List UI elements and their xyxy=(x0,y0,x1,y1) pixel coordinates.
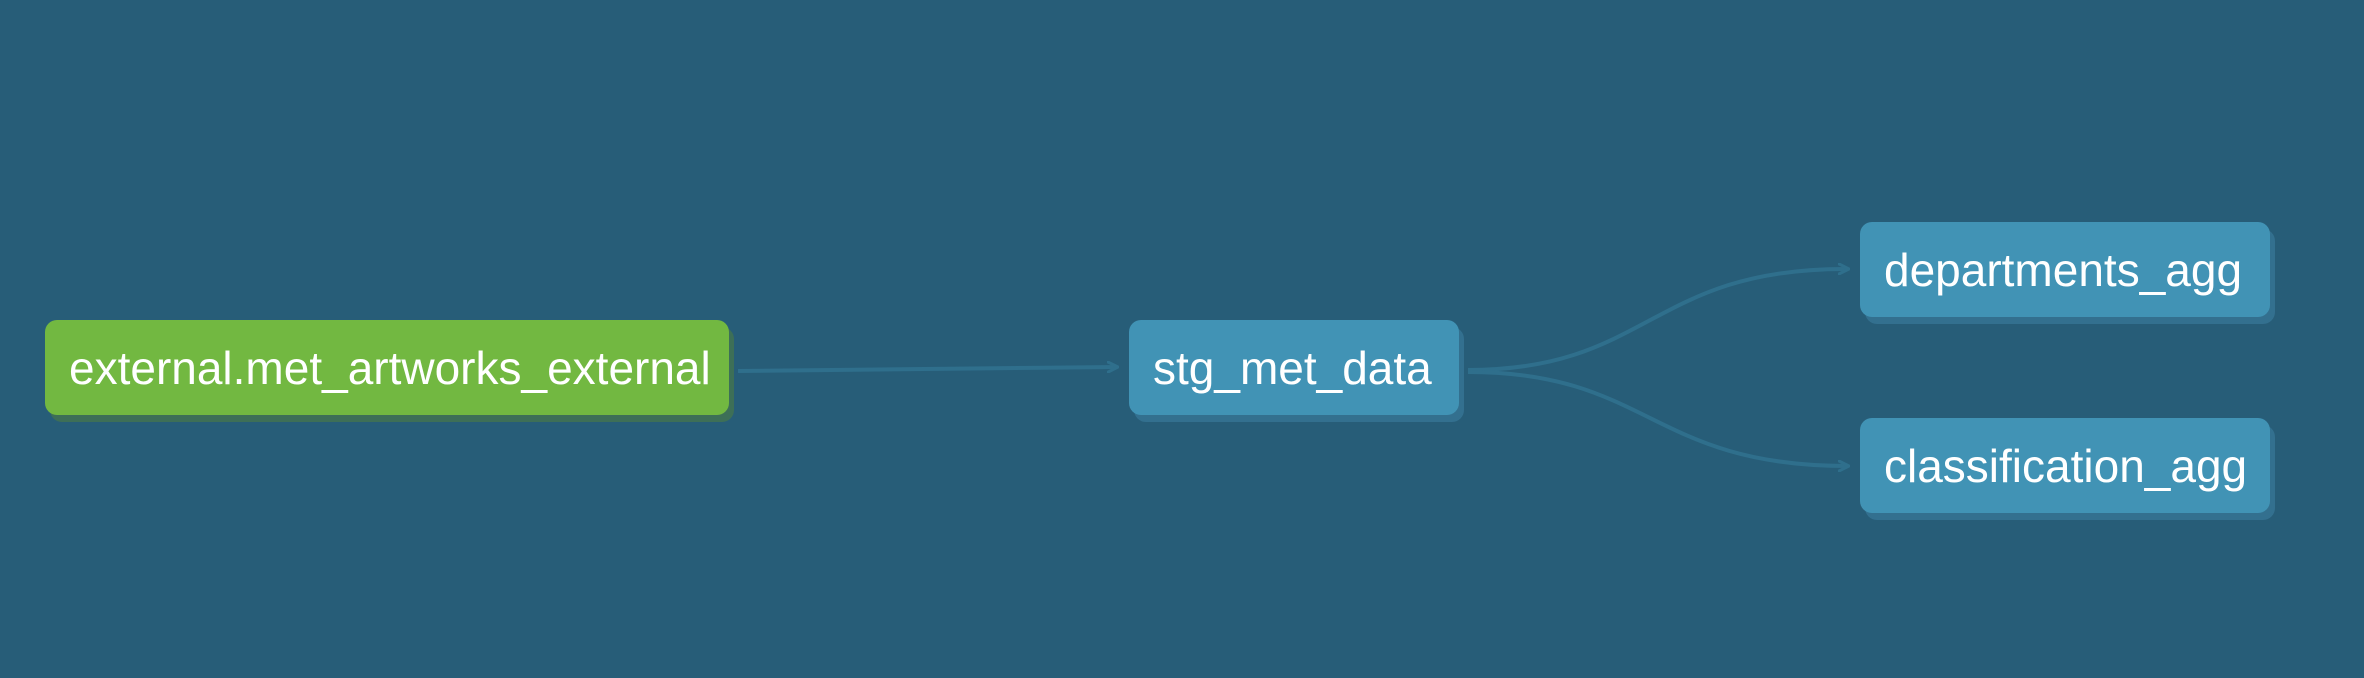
edge-stg-to-classification xyxy=(1467,370,1848,466)
node-departments-agg[interactable]: departments_agg xyxy=(1860,222,2270,317)
edge-stg-to-departments xyxy=(1467,269,1848,372)
node-stg-met-data[interactable]: stg_met_data xyxy=(1129,320,1459,415)
lineage-graph-canvas[interactable]: external.met_artworks_external stg_met_d… xyxy=(0,0,2364,678)
node-classification-agg[interactable]: classification_agg xyxy=(1860,418,2270,513)
node-external-met-artworks-external[interactable]: external.met_artworks_external xyxy=(45,320,729,415)
edge-source-to-stg xyxy=(737,367,1117,371)
